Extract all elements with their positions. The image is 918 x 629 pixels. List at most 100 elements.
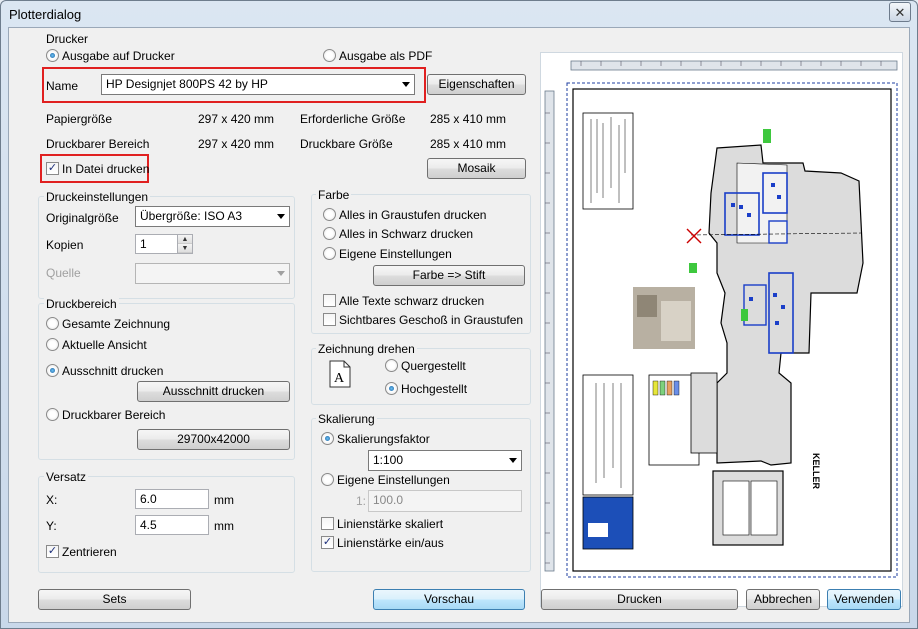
- plotter-dialog-window: Plotterdialog ✕ Drucker Ausgabe auf Druc…: [0, 0, 918, 629]
- radio-printable-area-label[interactable]: Druckbarer Bereich: [62, 408, 165, 422]
- required-size-value: 285 x 410 mm: [430, 112, 507, 126]
- original-size-select[interactable]: Übergröße: ISO A3: [135, 206, 290, 227]
- radio-all-gray[interactable]: [323, 208, 336, 221]
- original-size-label: Originalgröße: [46, 211, 119, 225]
- stepper-down-icon[interactable]: ▼: [178, 244, 192, 253]
- offset-x-input[interactable]: 6.0: [135, 489, 209, 509]
- radio-output-pdf-label[interactable]: Ausgabe als PDF: [339, 49, 432, 63]
- radio-custom-scale[interactable]: [321, 473, 334, 486]
- preview-plan-label: KELLER: [811, 453, 821, 490]
- print-to-file-label[interactable]: In Datei drucken: [62, 162, 149, 176]
- custom-scale-input[interactable]: 100.0: [368, 490, 522, 512]
- stepper-up-icon[interactable]: ▲: [178, 235, 192, 244]
- print-settings-group-label: Druckeinstellungen: [44, 190, 151, 204]
- printer-name-value: HP Designjet 800PS 42 by HP: [106, 77, 268, 91]
- preview-canvas: KELLER: [544, 60, 898, 578]
- color-pen-button[interactable]: Farbe => Stift: [373, 265, 525, 286]
- print-area-group-label: Druckbereich: [44, 297, 119, 311]
- scaling-group-label: Skalierung: [316, 412, 377, 426]
- radio-scale-factor[interactable]: [321, 432, 334, 445]
- print-to-file-checkbox[interactable]: ✓: [46, 162, 59, 175]
- print-button[interactable]: Drucken: [541, 589, 738, 610]
- close-icon: ✕: [894, 4, 906, 20]
- text-black-label[interactable]: Alle Texte schwarz drucken: [339, 294, 484, 308]
- radio-output-printer[interactable]: [46, 49, 59, 62]
- printer-group-label: Drucker: [44, 32, 91, 46]
- offset-y-value: 4.5: [140, 518, 157, 532]
- source-label: Quelle: [46, 266, 81, 280]
- radio-full-drawing-label[interactable]: Gesamte Zeichnung: [62, 317, 170, 331]
- close-button[interactable]: ✕: [889, 2, 911, 22]
- required-size-label: Erforderliche Größe: [300, 112, 406, 126]
- custom-scale-value: 100.0: [373, 493, 404, 507]
- radio-printable-area[interactable]: [46, 408, 59, 421]
- offset-y-input[interactable]: 4.5: [135, 515, 209, 535]
- offset-x-label: X:: [46, 493, 58, 507]
- radio-landscape-label[interactable]: Quergestellt: [401, 359, 466, 373]
- linewidth-scaled-checkbox[interactable]: [321, 517, 334, 530]
- radio-output-printer-label[interactable]: Ausgabe auf Drucker: [62, 49, 175, 63]
- radio-custom-color[interactable]: [323, 247, 336, 260]
- radio-output-pdf[interactable]: [323, 49, 336, 62]
- copies-label: Kopien: [46, 238, 84, 252]
- radio-section[interactable]: [46, 364, 59, 377]
- radio-full-drawing[interactable]: [46, 317, 59, 330]
- radio-custom-scale-label[interactable]: Eigene Einstellungen: [337, 473, 450, 487]
- chevron-down-icon: [509, 458, 517, 463]
- radio-all-gray-label[interactable]: Alles in Graustufen drucken: [339, 208, 486, 222]
- radio-scale-factor-label[interactable]: Skalierungsfaktor: [337, 432, 430, 446]
- radio-current-view[interactable]: [46, 338, 59, 351]
- offset-x-value: 6.0: [140, 492, 157, 506]
- chevron-down-icon: [277, 271, 285, 276]
- offset-x-unit: mm: [214, 493, 234, 507]
- printer-name-select[interactable]: HP Designjet 800PS 42 by HP: [101, 74, 415, 95]
- copies-stepper[interactable]: ▲ ▼: [177, 235, 192, 253]
- cancel-button[interactable]: Abbrechen: [746, 589, 820, 610]
- center-label[interactable]: Zentrieren: [62, 545, 117, 559]
- mosaic-button[interactable]: Mosaik: [427, 158, 526, 179]
- visible-floor-gray-label[interactable]: Sichtbares Geschoß in Graustufen: [339, 313, 523, 327]
- visible-floor-gray-checkbox[interactable]: [323, 313, 336, 326]
- linewidth-scaled-label[interactable]: Linienstärke skaliert: [337, 517, 443, 531]
- radio-current-view-label[interactable]: Aktuelle Ansicht: [62, 338, 147, 352]
- linewidth-onoff-label[interactable]: Linienstärke ein/aus: [337, 536, 444, 550]
- title-bar[interactable]: Plotterdialog ✕: [1, 1, 917, 29]
- offset-group-label: Versatz: [44, 470, 89, 484]
- printer-name-label: Name: [46, 79, 79, 93]
- source-select[interactable]: [135, 263, 290, 284]
- printable-area-value: 297 x 420 mm: [198, 137, 275, 151]
- chevron-down-icon: [402, 82, 410, 87]
- window-title: Plotterdialog: [9, 7, 82, 22]
- offset-y-unit: mm: [214, 519, 234, 533]
- properties-button[interactable]: Eigenschaften: [427, 74, 526, 95]
- scale-factor-select[interactable]: 1:100: [368, 450, 522, 471]
- preview-button[interactable]: Vorschau: [373, 589, 525, 610]
- linewidth-onoff-checkbox[interactable]: ✓: [321, 536, 334, 549]
- text-black-checkbox[interactable]: [323, 294, 336, 307]
- section-print-button[interactable]: Ausschnitt drucken: [137, 381, 290, 402]
- printable-size-label: Druckbare Größe: [300, 137, 393, 151]
- radio-all-black-label[interactable]: Alles in Schwarz drucken: [339, 227, 473, 241]
- printable-size-value: 285 x 410 mm: [430, 137, 507, 151]
- custom-scale-prefix: 1:: [356, 494, 367, 508]
- printable-area-button[interactable]: 29700x42000: [137, 429, 290, 450]
- dialog-client-area: Drucker Ausgabe auf Drucker Ausgabe als …: [8, 27, 910, 623]
- paper-size-label: Papiergröße: [46, 112, 113, 126]
- paper-size-value: 297 x 420 mm: [198, 112, 275, 126]
- center-checkbox[interactable]: ✓: [46, 545, 59, 558]
- offset-y-label: Y:: [46, 519, 57, 533]
- page-icon-letter: A: [334, 371, 345, 386]
- apply-button[interactable]: Verwenden: [827, 589, 901, 610]
- sets-button[interactable]: Sets: [38, 589, 191, 610]
- rotate-drawing-group-label: Zeichnung drehen: [316, 342, 417, 356]
- radio-all-black[interactable]: [323, 227, 336, 240]
- chevron-down-icon: [277, 214, 285, 219]
- page-orientation-icon: A: [329, 360, 351, 388]
- radio-portrait[interactable]: [385, 382, 398, 395]
- color-group-label: Farbe: [316, 188, 352, 202]
- radio-landscape[interactable]: [385, 359, 398, 372]
- radio-custom-color-label[interactable]: Eigene Einstellungen: [339, 247, 452, 261]
- radio-section-label[interactable]: Ausschnitt drucken: [62, 364, 163, 378]
- radio-portrait-label[interactable]: Hochgestellt: [401, 382, 467, 396]
- print-preview-pane[interactable]: KELLER: [540, 52, 903, 607]
